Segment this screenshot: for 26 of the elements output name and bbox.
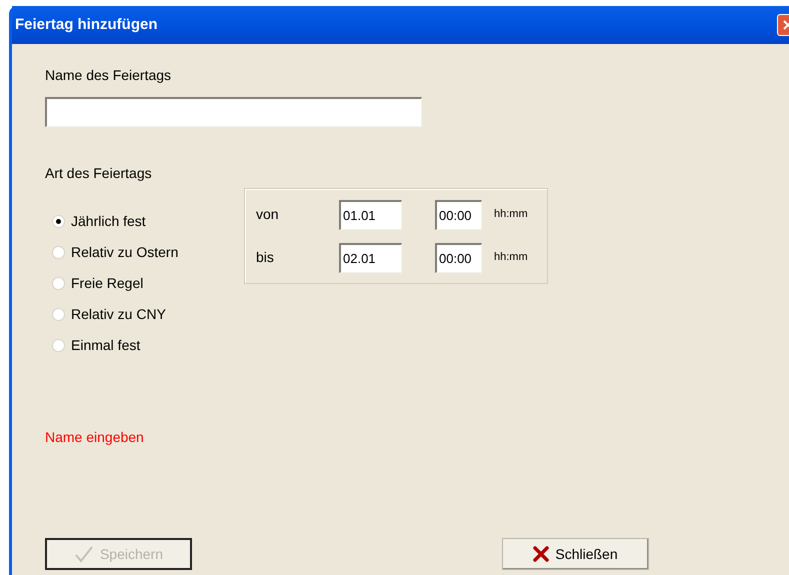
radio-label: Freie Regel [71, 274, 144, 293]
radio-button[interactable] [52, 339, 65, 352]
time-format-label: hh:mm [494, 250, 528, 266]
checkmark-icon [74, 544, 94, 564]
error-message: Name eingeben [45, 428, 145, 445]
range-label: bis [256, 248, 275, 267]
range-label: von [256, 205, 280, 224]
time-input-field[interactable]: 00:00 [435, 242, 482, 272]
radio-label: Relativ zu Ostern [71, 243, 178, 262]
section-label: Art des Feiertags [45, 164, 153, 181]
date-input-field[interactable]: 02.01 [339, 242, 402, 272]
radio-label: Relativ zu CNY [71, 305, 166, 324]
close-button[interactable]: Schließen [502, 538, 649, 570]
radio-label: Einmal fest [71, 336, 140, 355]
radio-button[interactable] [52, 246, 65, 259]
x-icon [533, 546, 550, 562]
date-input-field[interactable]: 01.01 [339, 200, 402, 230]
radio-button[interactable] [52, 215, 65, 228]
radio-label: Jährlich fest [71, 212, 146, 231]
name-input-field[interactable] [45, 97, 422, 127]
window-title: Feiertag hinzufügen [15, 14, 158, 35]
radio-button[interactable] [52, 277, 65, 290]
radio-button[interactable] [52, 308, 65, 321]
field-label: Name des Feiertags [45, 66, 172, 83]
time-input-field[interactable]: 00:00 [435, 200, 482, 230]
time-format-label: hh:mm [494, 207, 528, 222]
